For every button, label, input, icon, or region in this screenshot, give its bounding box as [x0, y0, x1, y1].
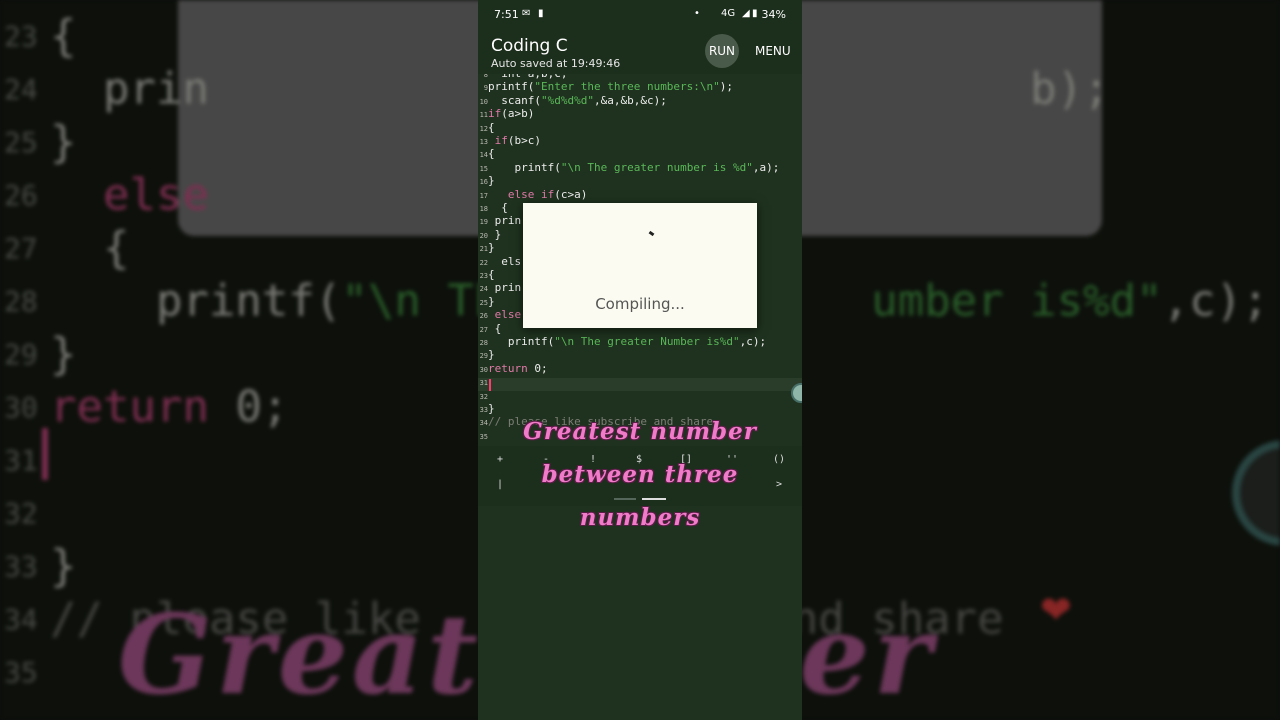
spinner-icon — [648, 230, 655, 237]
line-code: } — [488, 348, 495, 362]
code-line: 33} — [478, 402, 802, 416]
line-code: printf("\n The greater Number is%d",c); — [488, 335, 767, 348]
mail-icon: ✉ — [522, 8, 531, 19]
line-code: } — [488, 174, 495, 188]
battery-icon: ▮ — [752, 8, 758, 19]
line-code: else if(c>a) — [507, 187, 588, 201]
compiling-dialog: Compiling... — [523, 203, 757, 328]
app-title: Coding C — [491, 36, 568, 56]
code-line: 30return 0; — [478, 362, 802, 376]
line-code: { — [488, 201, 508, 214]
status-bar: 7:51 ✉ ▮ • 4G ◢ ▮ 34% — [478, 0, 802, 30]
line-code: { — [488, 147, 495, 161]
code-line: 17 else if(c>a) — [478, 188, 802, 202]
code-line: 31 — [478, 375, 802, 389]
code-line: 32 — [478, 389, 802, 403]
caption-line-2: between three — [541, 461, 739, 488]
line-code: } — [488, 227, 502, 241]
page-indicator-active — [642, 498, 666, 500]
app-bar: Coding C Auto saved at 19:49:46 RUN MENU — [478, 30, 802, 74]
code-line: 28 printf("\n The greater Number is%d",c… — [478, 335, 802, 349]
code-line: 15 printf("\n The greater number is %d",… — [478, 161, 802, 175]
line-code: { — [488, 321, 502, 335]
video-icon: ▮ — [538, 8, 544, 19]
line-code: if(a>b) — [488, 107, 535, 121]
dialog-message: Compiling... — [595, 295, 685, 313]
autosave-status: Auto saved at 19:49:46 — [491, 57, 621, 70]
line-code: else — [494, 308, 522, 322]
caption-line-3: numbers — [579, 504, 701, 531]
page-indicator-inactive — [614, 498, 636, 500]
line-code: { — [488, 268, 495, 281]
menu-button[interactable]: MENU — [755, 44, 791, 58]
dot-icon: • — [694, 8, 700, 19]
line-code: } — [488, 402, 495, 415]
line-code: printf("\n The greater number is %d",a); — [488, 160, 780, 174]
code-line: 10 scanf("%d%d%d",&a,&b,&c); — [478, 94, 802, 108]
text-cursor — [489, 379, 491, 391]
code-line: 13 if(b>c) — [478, 134, 802, 148]
line-code: } — [488, 241, 495, 255]
line-code: scanf("%d%d%d",&a,&b,&c); — [488, 93, 667, 107]
line-code: return 0; — [488, 361, 548, 375]
line-code: printf("Enter the three numbers:\n"); — [488, 80, 734, 94]
caption-line-1: Greatest number — [523, 418, 757, 445]
battery-level: 34% — [761, 8, 786, 21]
phone-screen: 7:51 ✉ ▮ • 4G ◢ ▮ 34% Coding C Auto save… — [478, 0, 802, 720]
code-line: 9printf("Enter the three numbers:\n"); — [478, 80, 802, 94]
code-line: 11if(a>b) — [478, 107, 802, 121]
line-code: if(b>c) — [494, 134, 541, 147]
signal-icon: ◢ — [742, 8, 750, 19]
code-line: 29} — [478, 348, 802, 362]
code-line: 12{ — [478, 121, 802, 135]
run-button[interactable]: RUN — [705, 34, 739, 68]
line-code: int a,b,c; — [488, 74, 567, 80]
line-code: } — [488, 294, 495, 308]
code-line: 16} — [478, 174, 802, 188]
code-line: 14{ — [478, 147, 802, 161]
network-label: 4G — [721, 8, 736, 19]
status-time: 7:51 — [494, 8, 519, 21]
line-code: { — [488, 120, 495, 134]
